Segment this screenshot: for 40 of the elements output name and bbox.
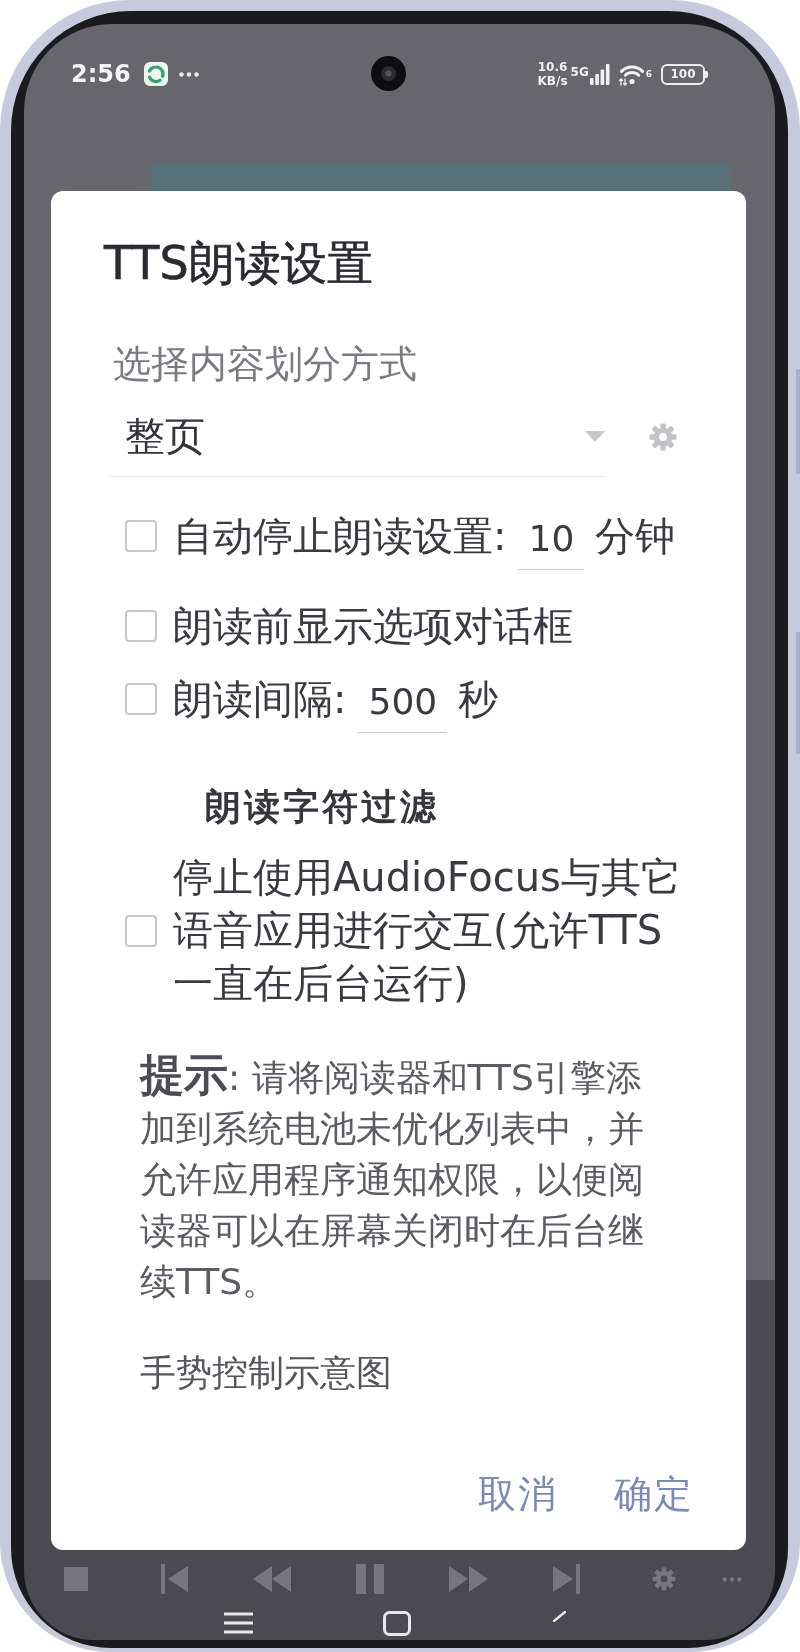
checkbox[interactable] [125, 683, 157, 715]
checkbox[interactable] [125, 610, 157, 642]
pause-icon[interactable] [356, 1564, 384, 1594]
network-type: 5G [570, 66, 589, 78]
option-label: 自动停止朗读设置: [173, 513, 507, 559]
caret-icon [585, 430, 605, 442]
unit-label: 秒 [458, 676, 499, 722]
network-speed: 10.6 [537, 60, 568, 74]
filter-button[interactable]: 朗读字符过滤 [164, 785, 486, 828]
speed-unit: KB/s [537, 74, 568, 88]
clock-time: 2:56 [71, 62, 131, 86]
signal-icon [589, 63, 610, 85]
more-icon [178, 71, 199, 77]
checkbox[interactable] [125, 520, 157, 552]
skip-next-icon[interactable] [552, 1564, 580, 1594]
option-label: 朗读间隔: [173, 676, 347, 722]
battery-indicator: 100 [661, 63, 708, 85]
rewind-icon[interactable] [253, 1564, 291, 1594]
split-mode-dropdown[interactable]: 整页 [110, 396, 606, 477]
settings-icon[interactable] [649, 422, 677, 451]
home-icon[interactable] [383, 1610, 411, 1636]
unit-label: 分钟 [595, 513, 676, 559]
gesture-guide-link[interactable]: 手势控制示意图 [140, 1351, 392, 1395]
option-label: 停止使用AudioFocus与其它 语音应用进行交互(允许TTS 一直在后台运行) [173, 853, 681, 1008]
app-icon [143, 62, 168, 86]
wifi-standard-label: 6 [645, 70, 652, 79]
fast-forward-icon[interactable] [448, 1564, 488, 1594]
more-icon[interactable] [722, 1576, 742, 1582]
field-label: 选择内容划分方式 [113, 341, 417, 387]
checkbox[interactable] [125, 914, 157, 947]
number-field[interactable]: 10 [518, 500, 585, 570]
front-camera-icon [371, 56, 406, 91]
dialog-title: TTS朗读设置 [104, 236, 373, 291]
number-field[interactable]: 500 [358, 663, 448, 733]
menu-icon[interactable] [224, 1611, 253, 1635]
settings-icon[interactable] [652, 1567, 676, 1591]
option-label: 朗读前显示选项对话框 [173, 603, 573, 649]
back-icon[interactable] [553, 1611, 566, 1622]
hint-text: 提示: 请将阅读器和TTS引擎添 加到系统电池未优化列表中，并 允许应用程序通知权限，以便阅 读器可以在屏幕关闭时在后台继 续TTS。 [140, 1049, 644, 1304]
skip-previous-icon[interactable] [160, 1564, 188, 1594]
